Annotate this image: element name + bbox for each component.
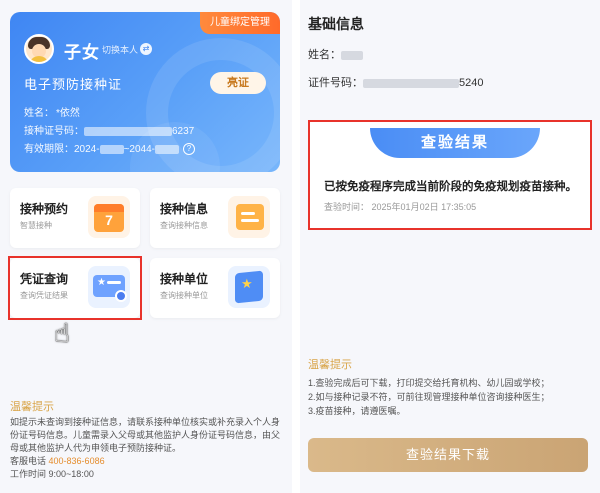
tile-title: 接种信息: [160, 202, 209, 216]
basic-name-redacted: [341, 50, 363, 60]
tile-subtitle: 查询接种信息: [160, 221, 208, 230]
validity-to-redacted: [155, 144, 179, 154]
basic-info-title: 基础信息: [308, 16, 364, 32]
document-icon: [228, 196, 270, 238]
pointing-hand-icon: ☝: [54, 318, 70, 348]
avatar: [24, 34, 54, 64]
cert-number-tail: 6237: [172, 126, 195, 137]
verification-result-card: 查验结果 已按免疫程序完成当前阶段的免疫规划疫苗接种。 查验时间： 2025年0…: [308, 120, 592, 230]
tile-title: 接种单位: [160, 272, 209, 286]
basic-name-row: 姓名：: [308, 46, 363, 62]
vaccination-card[interactable]: 儿童绑定管理 子女 切换本人 ⇄ 电子预防接种证 亮证 姓名： *依然 接种证号码…: [10, 12, 280, 172]
calendar-icon: 7: [88, 196, 130, 238]
left-screen: 儿童绑定管理 子女 切换本人 ⇄ 电子预防接种证 亮证 姓名： *依然 接种证号码…: [0, 0, 292, 493]
hours-label: 工作时间: [10, 469, 47, 479]
result-time-row: 查验时间： 2025年01月02日 17:35:05: [324, 200, 476, 213]
location-icon: ★: [228, 266, 270, 308]
card-validity-row: 有效期限：2024- ~2044-?: [24, 140, 195, 156]
result-message: 已按免疫程序完成当前阶段的免疫规划疫苗接种。: [324, 181, 577, 193]
tile-subtitle: 智慧接种: [20, 221, 52, 230]
certificate-query-highlight: [8, 256, 142, 320]
right-screen: 基础信息 姓名： 证件号码： 5240 查验结果 已按免疫程序完成当前阶段的免疫规…: [300, 0, 600, 493]
hotline-label: 客服电话: [10, 456, 47, 466]
card-name-row: 姓名： *依然: [24, 104, 80, 119]
show-certificate-button[interactable]: 亮证: [210, 72, 266, 94]
right-tips-title: 温馨提示: [308, 359, 352, 371]
swap-icon[interactable]: ⇄: [140, 43, 152, 55]
hotline-number[interactable]: 400-836-6086: [49, 456, 105, 466]
name-label: 姓名：: [24, 108, 54, 119]
tip-item: 1.查验完成后可下载，打印提交给托育机构、幼儿园或学校；: [308, 378, 550, 388]
service-grid: 接种预约 智慧接种 7 接种信息 查询接种信息 凭证查询 查询凭证结果 ★ 接种…: [8, 188, 280, 328]
tile-title: 接种预约: [20, 202, 69, 216]
basic-id-redacted: [363, 78, 459, 88]
calendar-day: 7: [105, 212, 113, 228]
help-icon[interactable]: ?: [183, 143, 195, 156]
card-holder-name: 子女: [64, 43, 100, 62]
basic-id-tail: 5240: [459, 77, 484, 89]
tip-item: 3.疫苗接种，请遵医嘱。: [308, 406, 406, 416]
basic-id-row: 证件号码： 5240: [308, 74, 483, 90]
cert-number-label: 接种证号码：: [24, 126, 84, 137]
cert-number-redacted: [84, 126, 172, 136]
basic-id-label: 证件号码：: [308, 77, 363, 89]
tip-item: 2.如与接种记录不符，可前往现管理接种单位咨询接种医生；: [308, 392, 550, 402]
tile-subtitle: 查询接种单位: [160, 291, 208, 300]
card-title: 电子预防接种证: [24, 77, 123, 92]
tips-title: 温馨提示: [10, 401, 54, 413]
download-result-button[interactable]: 查验结果下载: [308, 438, 588, 472]
hotline-row: 客服电话 400-836-6086: [10, 455, 282, 468]
validity-from-redacted: [99, 144, 124, 154]
basic-name-label: 姓名：: [308, 49, 341, 61]
result-heading: 查验结果: [370, 128, 540, 158]
panel-divider: [292, 0, 300, 493]
tips-body: 如提示未查询到接种证信息，请联系接种单位核实或补充录入个人身份证号码信息。儿童需…: [10, 416, 282, 481]
name-value: *依然: [56, 108, 80, 119]
switch-account-link[interactable]: 切换本人: [102, 43, 138, 56]
tile-vaccination-info[interactable]: 接种信息 查询接种信息: [150, 188, 280, 248]
tile-vaccination-unit[interactable]: 接种单位 查询接种单位 ★: [150, 258, 280, 318]
tips-text: 如提示未查询到接种证信息，请联系接种单位核实或补充录入个人身份证号码信息。儿童需…: [10, 417, 281, 453]
validity-label: 有效期限：: [24, 144, 74, 155]
result-time-label: 查验时间：: [324, 202, 370, 212]
hours-row: 工作时间 9:00~18:00: [10, 468, 282, 481]
hours-value: 9:00~18:00: [48, 469, 94, 479]
card-number-row: 接种证号码： 6237: [24, 122, 194, 137]
tile-vaccination-appointment[interactable]: 接种预约 智慧接种 7: [10, 188, 140, 248]
right-tips-list: 1.查验完成后可下载，打印提交给托育机构、幼儿园或学校； 2.如与接种记录不符，…: [308, 376, 592, 418]
validity-to: ~2044-: [123, 144, 155, 155]
validity-from: 2024-: [74, 144, 100, 155]
child-binding-management-button[interactable]: 儿童绑定管理: [200, 12, 280, 34]
result-time-value: 2025年01月02日 17:35:05: [371, 202, 477, 212]
